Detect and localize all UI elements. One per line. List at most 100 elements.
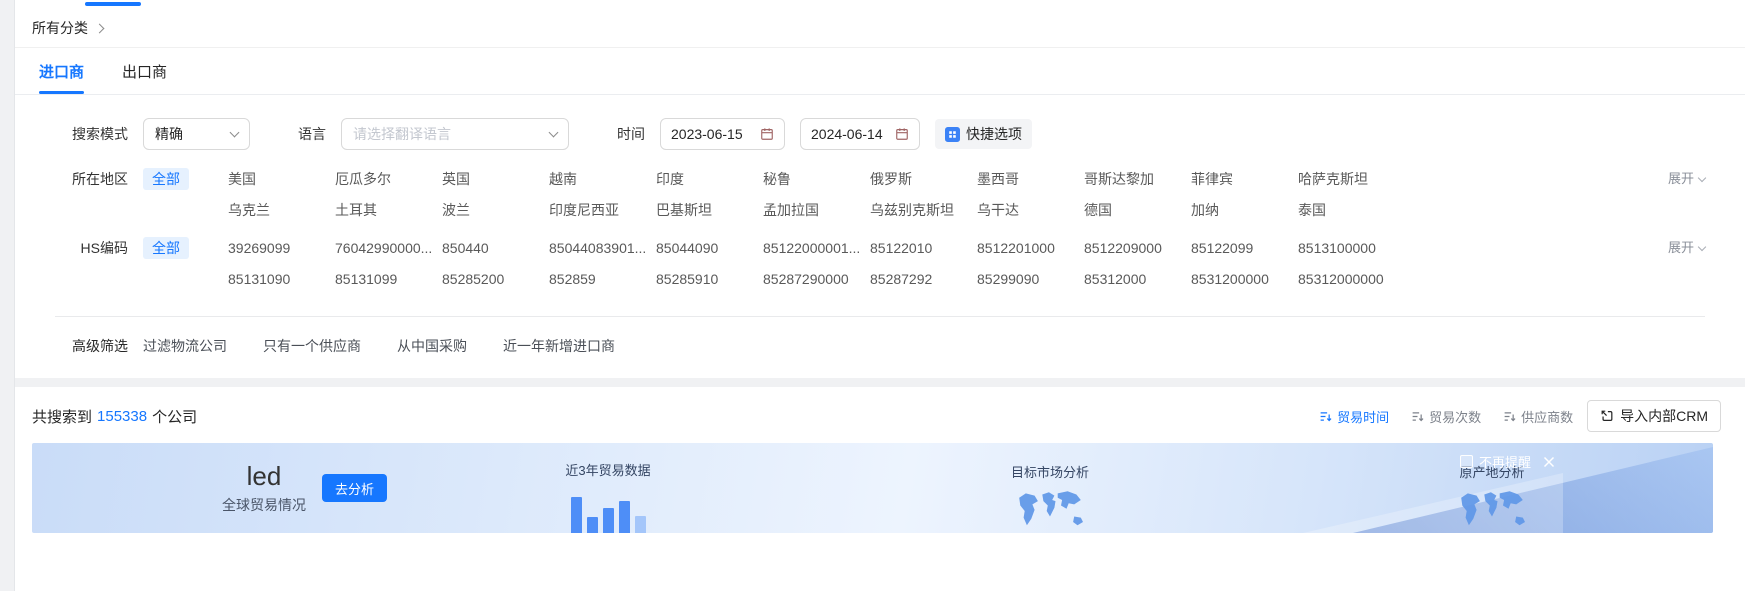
banner-trade-data-title: 近3年贸易数据 [565,460,650,479]
region-option[interactable]: 越南 [549,168,656,190]
quick-options-button[interactable]: 快捷选项 [935,119,1032,149]
hs-code-option[interactable]: 85122010 [870,237,977,259]
hs-code-option[interactable]: 85287292 [870,268,977,290]
region-option[interactable]: 厄瓜多尔 [335,168,442,190]
hs-code-option[interactable]: 85287290000 [763,268,870,290]
advanced-filter-option[interactable]: 只有一个供应商 [263,336,361,356]
search-mode-value: 精确 [155,124,183,144]
region-option[interactable]: 加纳 [1191,199,1298,221]
hs-all-tag[interactable]: 全部 [143,237,189,259]
analyze-button[interactable]: 去分析 [322,474,387,502]
region-option[interactable]: 俄罗斯 [870,168,977,190]
close-icon[interactable] [1543,456,1555,468]
region-option[interactable]: 秘鲁 [763,168,870,190]
region-option[interactable]: 哈萨克斯坦 [1298,168,1405,190]
top-strip [15,0,1745,8]
region-option[interactable]: 印度 [656,168,763,190]
region-option[interactable]: 泰国 [1298,199,1405,221]
advanced-filter-option[interactable]: 从中国采购 [397,336,467,356]
hs-code-label: HS编码 [55,237,128,259]
hs-code-option[interactable]: 85312000000 [1298,268,1405,290]
results-prefix: 共搜索到 [32,406,92,427]
import-crm-button[interactable]: 导入内部CRM [1587,400,1721,432]
hs-code-option[interactable]: 85131099 [335,268,442,290]
sort-trade-time[interactable]: 贸易时间 [1319,407,1389,426]
hs-code-option[interactable]: 8512201000 [977,237,1084,259]
sort-controls: 贸易时间 贸易次数 供应商数 [1319,407,1573,426]
hs-code-option[interactable]: 85131090 [228,268,335,290]
region-option[interactable]: 波兰 [442,199,549,221]
advanced-filter-option[interactable]: 过滤物流公司 [143,336,227,356]
search-mode-label: 搜索模式 [55,118,128,150]
mini-bar [603,508,614,533]
region-option[interactable]: 土耳其 [335,199,442,221]
sort-supplier-count[interactable]: 供应商数 [1503,407,1573,426]
hs-expand-link[interactable]: 展开 [1668,237,1705,259]
region-option[interactable]: 乌兹别克斯坦 [870,199,977,221]
region-option[interactable]: 印度尼西亚 [549,199,656,221]
hs-code-option[interactable]: 85285200 [442,268,549,290]
region-option[interactable]: 孟加拉国 [763,199,870,221]
language-select[interactable]: 请选择翻译语言 [341,118,569,150]
date-end-input[interactable]: 2024-06-14 [800,118,920,150]
region-option[interactable]: 巴基斯坦 [656,199,763,221]
tab-exporters-label: 出口商 [122,61,167,82]
quick-options-icon [945,127,960,142]
main-content: 所有分类 进口商 出口商 搜索模式 精确 语言 请选择翻译语言 时间 [15,0,1745,591]
banner-subtitle: 全球贸易情况 [222,495,306,515]
hs-code-option[interactable]: 39269099 [228,237,335,259]
search-mode-select[interactable]: 精确 [143,118,250,150]
region-option[interactable]: 乌克兰 [228,199,335,221]
quick-options-label: 快捷选项 [966,124,1022,144]
hs-code-line-2: 8513109085131099852852008528598528591085… [228,268,1405,290]
dismiss-checkbox[interactable] [1460,455,1473,468]
region-expand-link[interactable]: 展开 [1668,168,1705,190]
language-placeholder: 请选择翻译语言 [353,124,451,144]
mini-bar [587,517,598,533]
results-count[interactable]: 155338 [97,408,147,425]
tabs-bar: 进口商 出口商 [15,48,1745,95]
region-label: 所在地区 [55,168,128,190]
region-option[interactable]: 墨西哥 [977,168,1084,190]
region-options-line-1: 美国厄瓜多尔英国越南印度秘鲁俄罗斯墨西哥哥斯达黎加菲律宾哈萨克斯坦 [228,168,1405,190]
hs-code-option[interactable]: 8531200000 [1191,268,1298,290]
chevron-right-icon [95,23,105,33]
tab-exporters[interactable]: 出口商 [122,48,167,94]
advanced-filter-options: 过滤物流公司 只有一个供应商 从中国采购 近一年新增进口商 [128,336,651,356]
page-left-margin [0,0,15,591]
hs-code-option[interactable]: 76042990000... [335,237,442,259]
hs-code-option[interactable]: 85122099 [1191,237,1298,259]
region-option[interactable]: 菲律宾 [1191,168,1298,190]
hs-code-option[interactable]: 85044083901... [549,237,656,259]
region-all-tag[interactable]: 全部 [143,168,189,190]
region-option[interactable]: 乌干达 [977,199,1084,221]
import-icon [1600,409,1614,423]
region-option[interactable]: 美国 [228,168,335,190]
region-option[interactable]: 英国 [442,168,549,190]
hs-code-option[interactable]: 852859 [549,268,656,290]
sort-trade-time-label: 贸易时间 [1337,407,1389,426]
hs-expand-label: 展开 [1668,237,1694,259]
chevron-down-icon [1698,173,1706,181]
hs-code-option[interactable]: 85299090 [977,268,1084,290]
hs-code-line-1: 3926909976042990000...85044085044083901.… [228,237,1405,259]
advanced-filter-option[interactable]: 近一年新增进口商 [503,336,615,356]
region-option[interactable]: 德国 [1084,199,1191,221]
hs-code-option[interactable]: 85312000 [1084,268,1191,290]
hs-code-option[interactable]: 8513100000 [1298,237,1405,259]
hs-code-option[interactable]: 8512209000 [1084,237,1191,259]
tab-importers[interactable]: 进口商 [39,48,84,94]
advanced-filter-row: 高级筛选 过滤物流公司只有一个供应商从中国采购近一年新增进口商 [55,336,1705,356]
hs-code-option[interactable]: 85044090 [656,237,763,259]
date-start-input[interactable]: 2023-06-15 [660,118,785,150]
hs-code-option[interactable]: 850440 [442,237,549,259]
breadcrumb-label: 所有分类 [32,18,88,38]
mini-bar [635,516,646,533]
breadcrumb[interactable]: 所有分类 [32,18,103,38]
hs-code-option[interactable]: 85285910 [656,268,763,290]
sort-trade-count[interactable]: 贸易次数 [1411,407,1481,426]
hs-code-option[interactable]: 85122000001... [763,237,870,259]
world-map-icon [1453,489,1531,533]
region-option[interactable]: 哥斯达黎加 [1084,168,1191,190]
results-header: 共搜索到 155338 个公司 贸易时间 贸易次数 供应商数 [15,399,1745,433]
